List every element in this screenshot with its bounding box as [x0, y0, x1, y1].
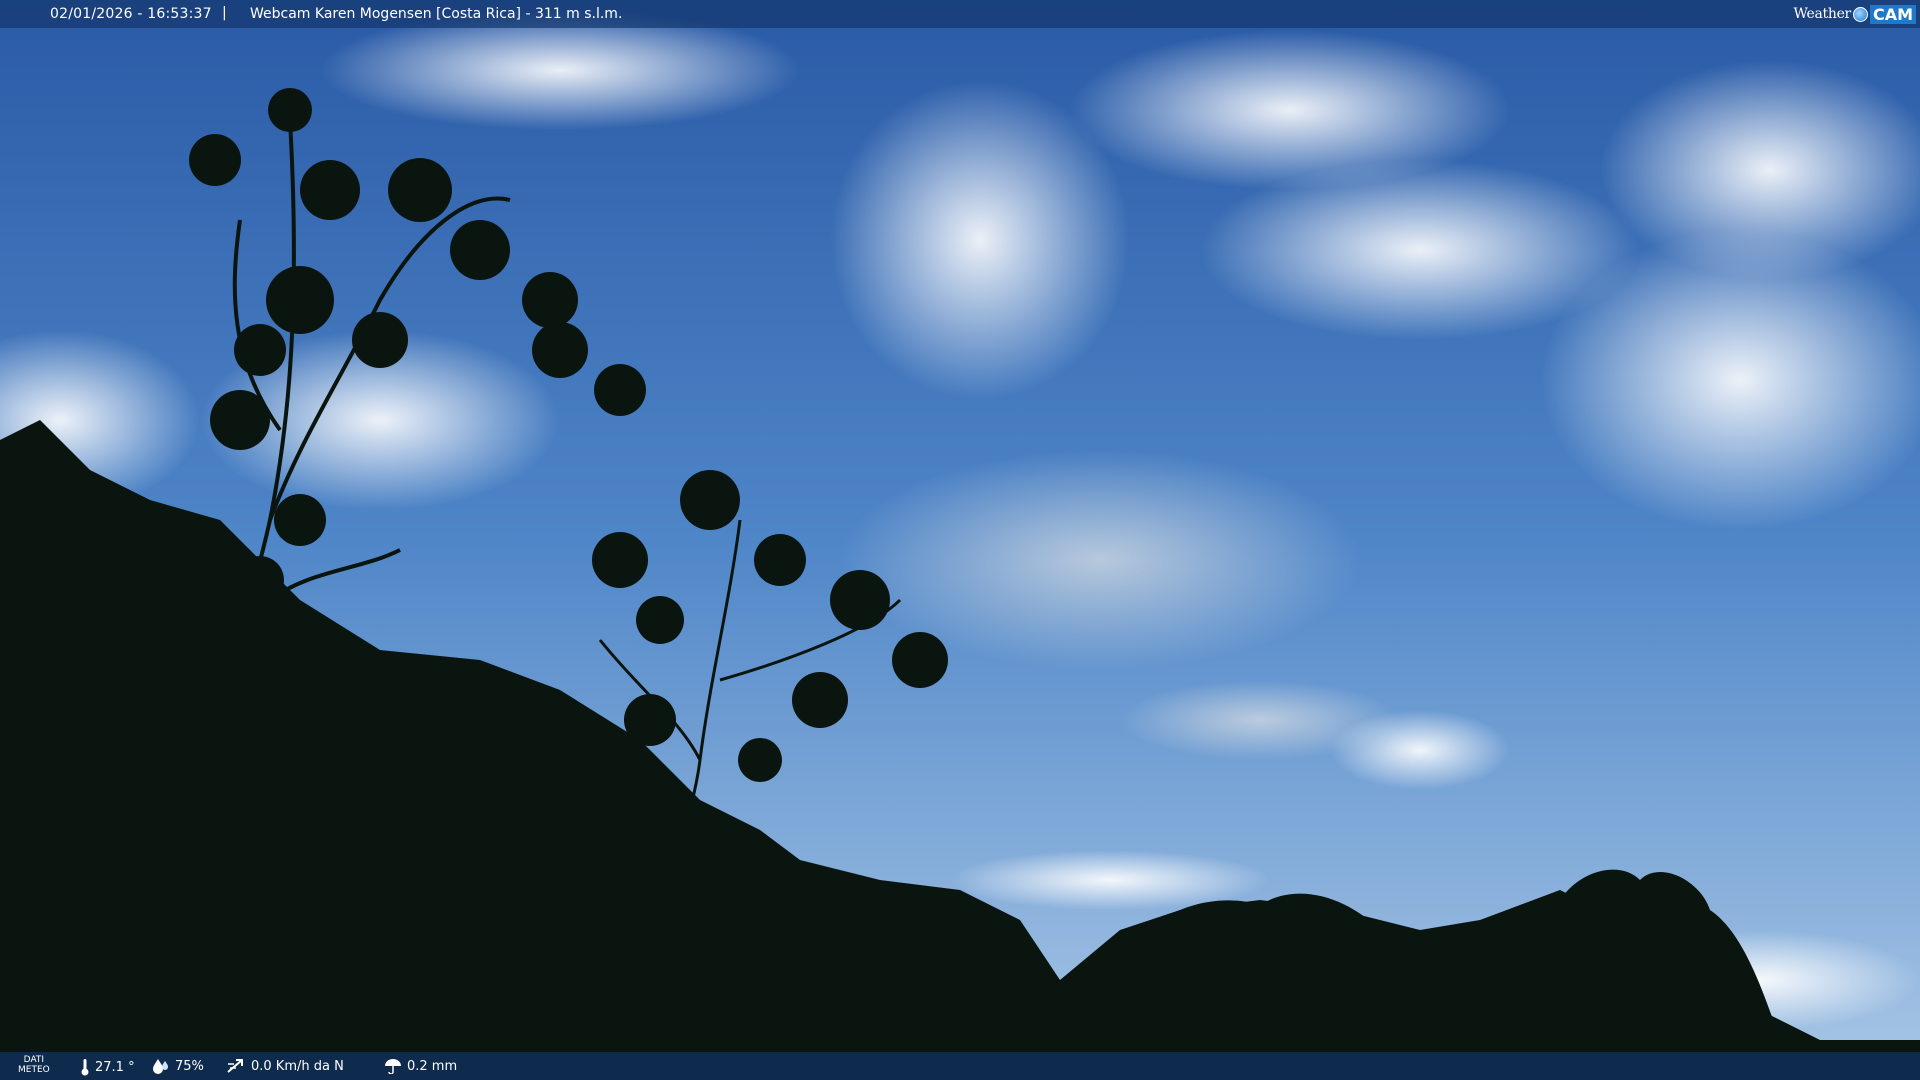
- humidity-item: 75%: [152, 1058, 204, 1074]
- rain-item: 0.2 mm: [384, 1058, 457, 1074]
- temperature-value: 27.1 °: [95, 1059, 135, 1075]
- top-info-bar: 02/01/2026 - 16:53:37 | Webcam Karen Mog…: [0, 0, 1920, 28]
- label-line2: METEO: [18, 1065, 50, 1075]
- webcam-image: [0, 0, 1920, 1080]
- logo-globe-icon: [1852, 6, 1868, 22]
- dati-meteo-label: DATI METEO: [18, 1055, 50, 1075]
- label-line1: DATI: [23, 1055, 45, 1065]
- temperature-item: 27.1 °: [80, 1058, 135, 1076]
- rain-value: 0.2 mm: [407, 1058, 458, 1074]
- wind-icon: [227, 1059, 243, 1073]
- wind-item: 0.0 Km/h da N: [226, 1058, 344, 1074]
- weathercam-logo[interactable]: Weather CAM: [1794, 2, 1916, 26]
- rain-umbrella-icon: [385, 1059, 401, 1074]
- wind-value: 0.0 Km/h da N: [251, 1058, 344, 1074]
- logo-cam: CAM: [1869, 4, 1916, 24]
- humidity-drop-icon: [153, 1059, 168, 1074]
- separator: |: [222, 5, 227, 21]
- webcam-title: Webcam Karen Mogensen [Costa Rica] - 311…: [250, 6, 623, 22]
- timestamp: 02/01/2026 - 16:53:37: [50, 6, 212, 22]
- weather-data-bar: DATI METEO 27.1 ° 75% 0.0 Km/h da N 0.2 …: [0, 1052, 1920, 1080]
- humidity-value: 75%: [175, 1058, 204, 1074]
- logo-word: Weather: [1793, 6, 1852, 22]
- thermometer-icon: [81, 1059, 89, 1076]
